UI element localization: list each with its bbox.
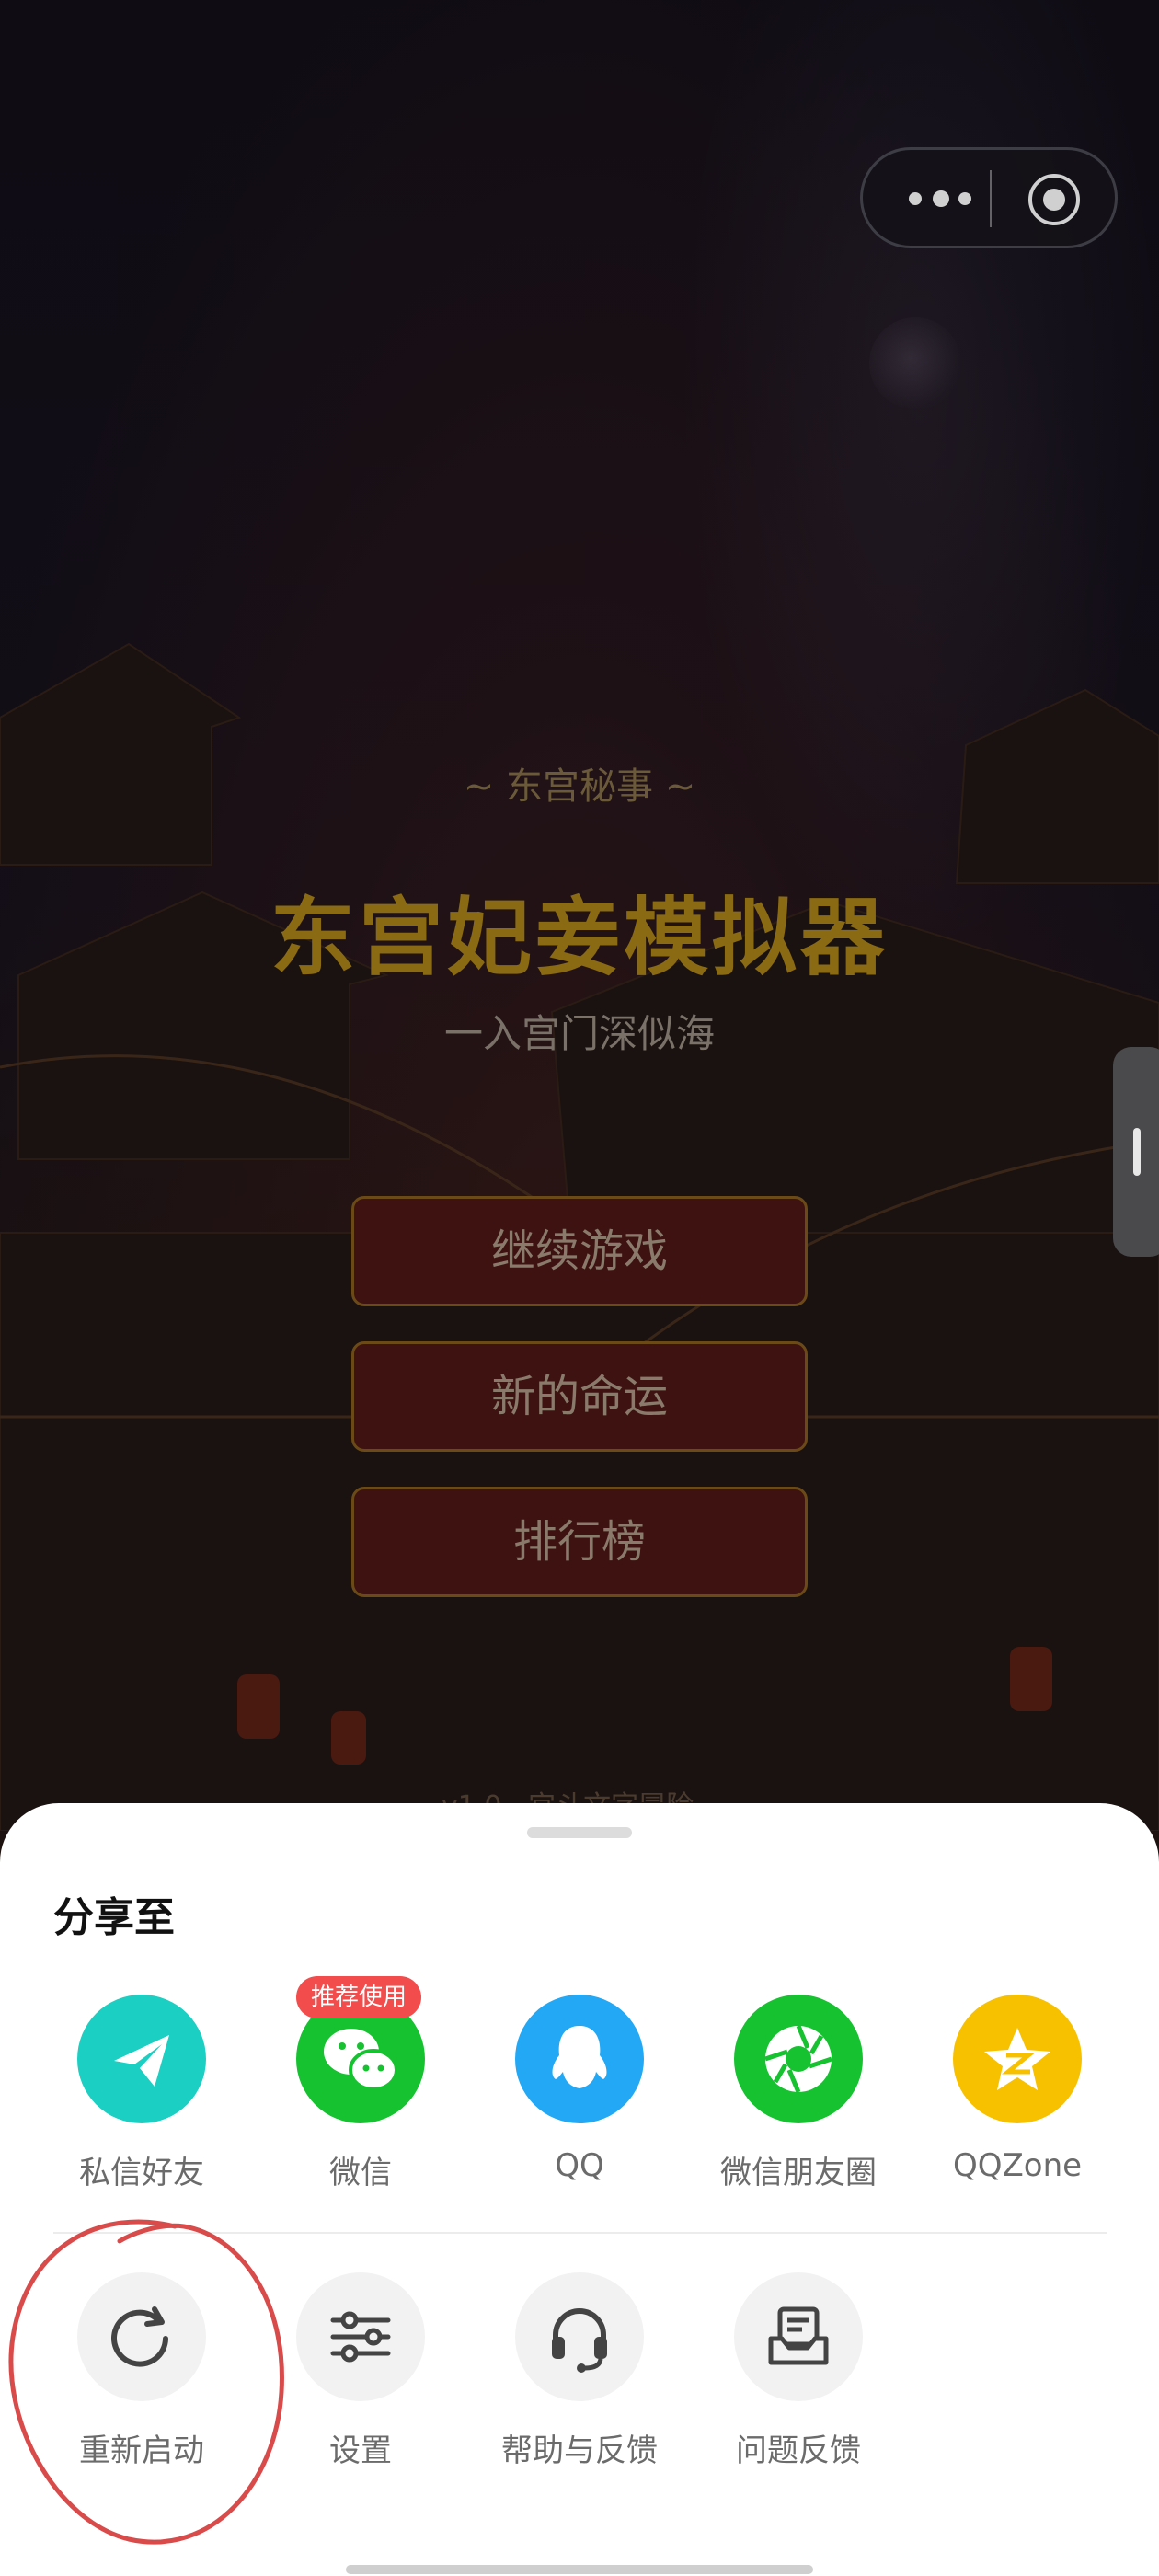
share-sheet-title: 分享至 bbox=[53, 1894, 175, 1941]
sheet-grabber[interactable] bbox=[527, 1827, 632, 1838]
action-label: 重新启动 bbox=[79, 2432, 204, 2469]
moments-aperture-icon bbox=[734, 1995, 863, 2123]
home-indicator bbox=[346, 2565, 813, 2574]
share-label: 私信好友 bbox=[79, 2155, 204, 2191]
new-fate-button[interactable]: 新的命运 bbox=[351, 1341, 808, 1452]
share-moments[interactable]: 微信朋友圈 bbox=[689, 1995, 908, 2192]
game-tagline: 一入宫门深似海 bbox=[443, 1011, 715, 1056]
action-label: 问题反馈 bbox=[736, 2432, 861, 2469]
game-subtitle: ~ 东宫秘事 ~ bbox=[463, 765, 696, 808]
moon bbox=[869, 317, 961, 409]
share-label: QQ bbox=[555, 2147, 604, 2184]
more-dots-icon[interactable] bbox=[898, 183, 999, 213]
share-label: 微信朋友圈 bbox=[720, 2155, 877, 2191]
recommend-badge: 推荐使用 bbox=[296, 1976, 422, 2018]
miniprogram-capsule bbox=[860, 147, 1118, 248]
restart-icon bbox=[77, 2272, 206, 2401]
share-qq[interactable]: QQ bbox=[470, 1995, 689, 2184]
share-label: QQZone bbox=[952, 2147, 1083, 2184]
section-divider bbox=[53, 2232, 1107, 2234]
qq-penguin-icon bbox=[515, 1995, 644, 2123]
side-drawer-handle[interactable] bbox=[1113, 1047, 1159, 1257]
qzone-star-icon bbox=[953, 1995, 1082, 2123]
paper-plane-icon bbox=[77, 1995, 206, 2123]
close-target-icon[interactable] bbox=[1028, 174, 1080, 225]
action-label: 帮助与反馈 bbox=[501, 2432, 658, 2469]
share-label: 微信 bbox=[329, 2155, 392, 2191]
leaderboard-button[interactable]: 排行榜 bbox=[351, 1487, 808, 1597]
game-title: 东宫妃妾模拟器 bbox=[270, 889, 889, 987]
share-qzone[interactable]: QQZone bbox=[908, 1995, 1127, 2184]
settings-button[interactable]: 设置 bbox=[251, 2272, 470, 2470]
capsule-divider bbox=[990, 170, 992, 227]
restart-button[interactable]: 重新启动 bbox=[32, 2272, 251, 2470]
issue-report-button[interactable]: 问题反馈 bbox=[689, 2272, 908, 2470]
share-sheet: 分享至 私信好友 微信 QQ 微信朋友圈 QQZone 推荐使用 重新启动 设置… bbox=[0, 1803, 1159, 2576]
action-label: 设置 bbox=[329, 2432, 392, 2469]
sliders-icon bbox=[296, 2272, 425, 2401]
share-private-message[interactable]: 私信好友 bbox=[32, 1995, 251, 2192]
help-feedback-button[interactable]: 帮助与反馈 bbox=[470, 2272, 689, 2470]
continue-game-button[interactable]: 继续游戏 bbox=[351, 1196, 808, 1306]
headset-icon bbox=[515, 2272, 644, 2401]
share-wechat[interactable]: 微信 bbox=[251, 1995, 470, 2192]
feedback-inbox-icon bbox=[734, 2272, 863, 2401]
